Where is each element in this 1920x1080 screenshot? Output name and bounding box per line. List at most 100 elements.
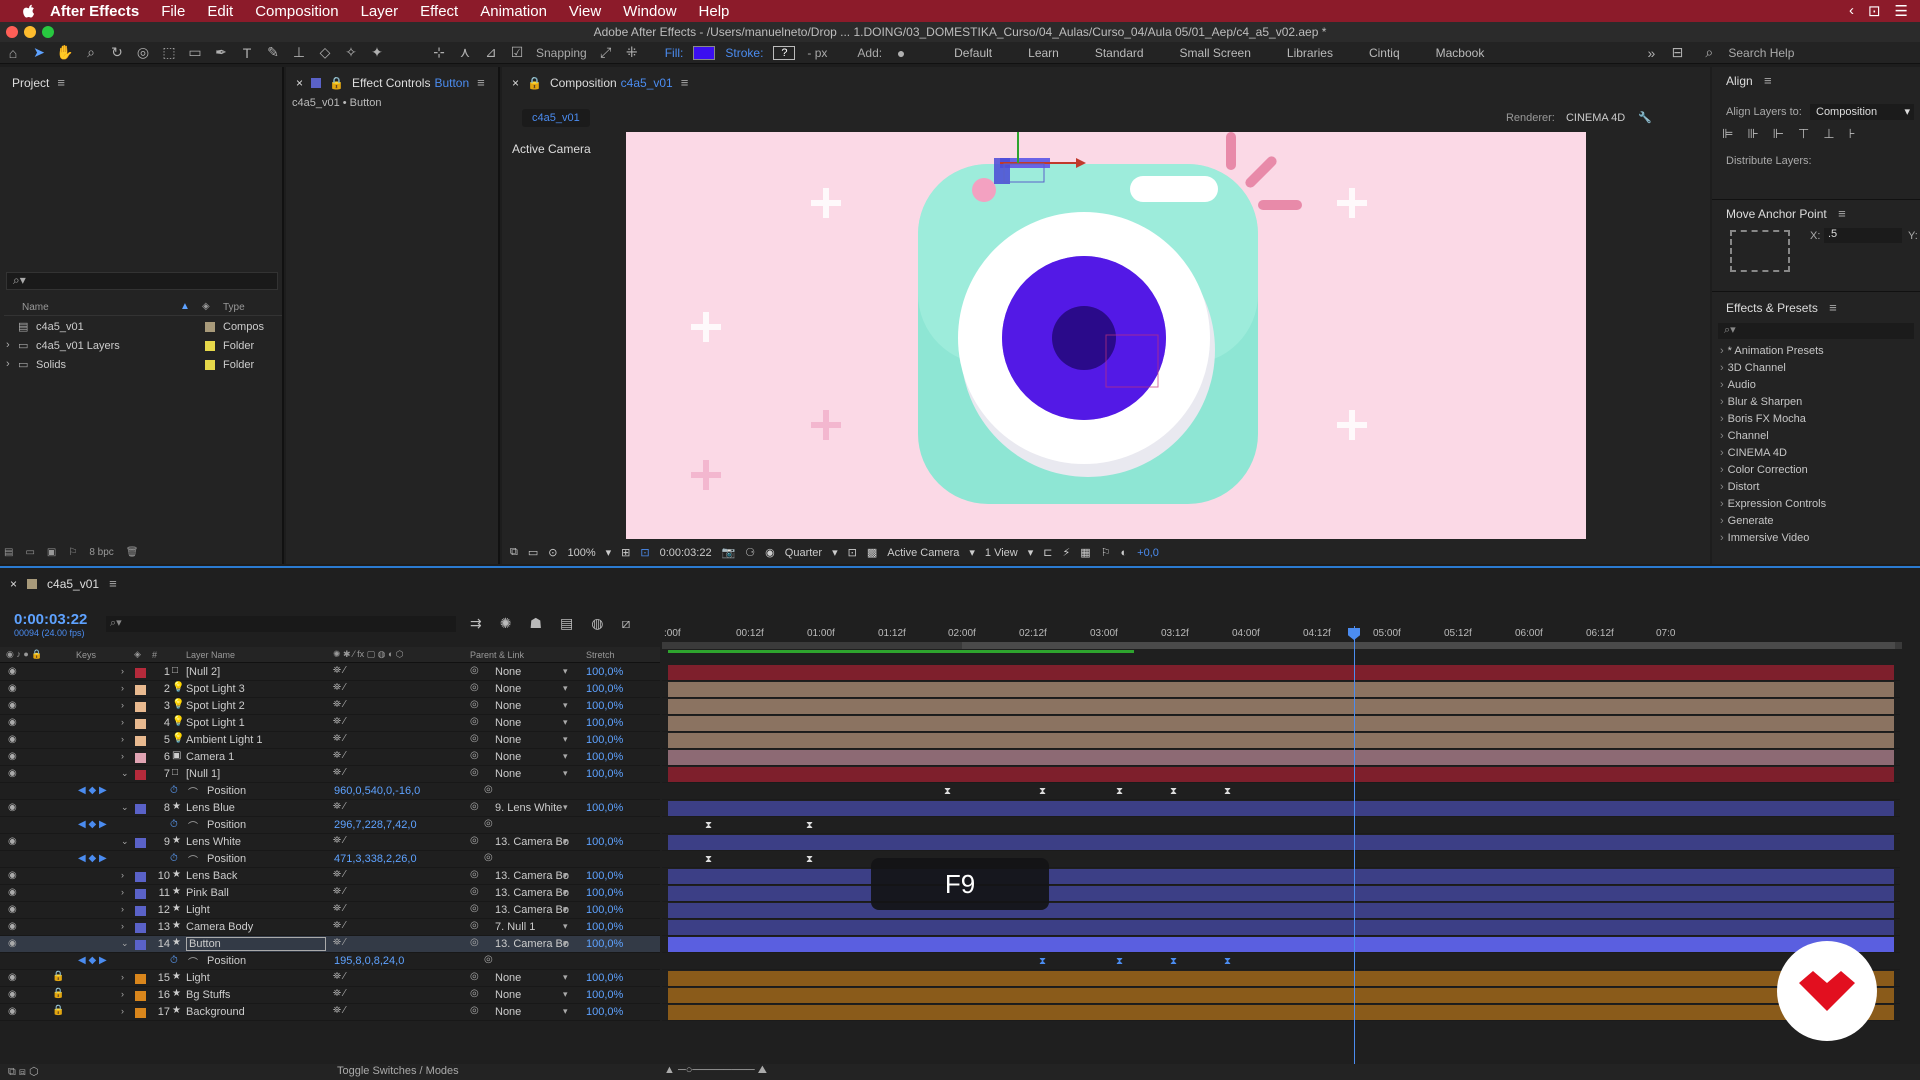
eraser-tool-icon[interactable]: ◇	[316, 44, 334, 62]
layer-switches[interactable]: ⛯ ⁄	[333, 733, 345, 744]
label-swatch[interactable]	[135, 702, 146, 712]
comp-viewer[interactable]	[626, 132, 1586, 539]
label-swatch[interactable]	[135, 906, 146, 916]
col-stretch[interactable]: Stretch	[586, 650, 615, 660]
layer-row[interactable]: ◉ › 13 ★ Camera Body ⛯ ⁄ ◎ 7. Null 1 ▾ 100,0%	[0, 919, 660, 936]
chevron-right-icon[interactable]: ›	[1720, 464, 1724, 476]
eye-icon[interactable]: ◉	[8, 734, 17, 745]
layer-row[interactable]: ◉ › 4 💡 Spot Light 1 ⛯ ⁄ ◎ None ▾ 100,0%	[0, 715, 660, 732]
pick-whip-icon[interactable]: ◎	[470, 937, 479, 948]
effect-controls-target[interactable]: Button	[434, 76, 469, 90]
pick-whip-icon[interactable]: ◎	[470, 971, 479, 982]
current-time[interactable]: 0:00:03:22	[660, 547, 712, 559]
label-swatch[interactable]	[135, 974, 146, 984]
keyframe-marker[interactable]: ⧗	[806, 820, 813, 831]
layer-row[interactable]: ◉ › 3 💡 Spot Light 2 ⛯ ⁄ ◎ None ▾ 100,0%	[0, 698, 660, 715]
timeline-icon[interactable]: ▦	[1080, 546, 1090, 559]
layer-duration-bar[interactable]	[668, 988, 1894, 1003]
layer-name[interactable]: Button	[186, 937, 326, 951]
menu-view[interactable]: View	[569, 3, 601, 20]
workspace-cintiq[interactable]: Cintiq	[1369, 46, 1400, 60]
label-swatch[interactable]	[135, 685, 146, 695]
layer-track[interactable]	[662, 885, 1900, 902]
workspace-standard[interactable]: Standard	[1095, 46, 1144, 60]
panel-menu-icon[interactable]: ≡	[1838, 206, 1846, 221]
chevron-down-icon[interactable]: ▾	[563, 938, 568, 949]
layer-switches[interactable]: ⛯ ⁄	[333, 699, 345, 710]
local-axis-icon[interactable]: ⊹	[430, 44, 448, 62]
roto-brush-icon[interactable]: ✧	[342, 44, 360, 62]
keyframe-marker[interactable]: ⧗	[1116, 956, 1123, 967]
eye-icon[interactable]: ◉	[8, 717, 17, 728]
playhead-line[interactable]	[1354, 626, 1355, 1066]
stretch-value[interactable]: 100,0%	[586, 734, 623, 746]
composition-title[interactable]: Composition	[550, 76, 617, 90]
lock-icon[interactable]: 🔒	[329, 76, 344, 90]
eye-icon[interactable]: ◉	[8, 1006, 17, 1017]
pick-whip-icon[interactable]: ◎	[470, 665, 479, 676]
effects-category-item[interactable]: › Channel	[1712, 428, 1920, 445]
pick-whip-icon[interactable]: ◎	[470, 716, 479, 727]
anchor-title-text[interactable]: Move Anchor Point	[1726, 207, 1827, 221]
pick-whip-icon[interactable]: ◎	[470, 733, 479, 744]
property-value[interactable]: 960,0,540,0,-16,0	[334, 785, 420, 797]
fit-icon[interactable]: ⊞	[621, 546, 630, 559]
layer-duration-bar[interactable]	[668, 886, 1894, 901]
eye-icon[interactable]: ◉	[8, 972, 17, 983]
eye-icon[interactable]: ◉	[8, 989, 17, 1000]
window-layout-icon[interactable]: ⊟	[1668, 44, 1686, 62]
layer-track[interactable]	[662, 1004, 1900, 1021]
effects-category-item[interactable]: › Boris FX Mocha	[1712, 411, 1920, 428]
stretch-value[interactable]: 100,0%	[586, 700, 623, 712]
zoom-tool-icon[interactable]: ⌕	[82, 44, 100, 62]
chevron-right-icon[interactable]: ›	[6, 358, 10, 370]
chevron-right-icon[interactable]: ›	[1720, 498, 1724, 510]
region-of-interest-icon[interactable]: ⊡	[848, 546, 857, 559]
panel-menu-icon[interactable]: ≡	[109, 576, 117, 591]
effects-category-item[interactable]: › Audio	[1712, 377, 1920, 394]
stretch-value[interactable]: 100,0%	[586, 938, 623, 950]
layer-switches[interactable]: ⛯ ⁄	[333, 1005, 345, 1016]
menu-composition[interactable]: Composition	[255, 3, 338, 20]
graph-icon[interactable]: ⌒	[188, 818, 198, 833]
vr-icon[interactable]: ⊙	[548, 546, 557, 559]
chevron-down-icon[interactable]: ▾	[563, 887, 568, 898]
minimize-window-button[interactable]	[24, 26, 36, 38]
stroke-color-swatch[interactable]: ?	[773, 45, 796, 60]
timeline-current-time[interactable]: 0:00:03:22	[14, 611, 87, 628]
layer-track[interactable]: ⧗ ⧗ ⧗ ⧗	[662, 953, 1900, 970]
workspace-libraries[interactable]: Libraries	[1287, 46, 1333, 60]
layer-row[interactable]: ◉ › 5 💡 Ambient Light 1 ⛯ ⁄ ◎ None ▾ 100,0%	[0, 732, 660, 749]
panel-menu-icon[interactable]: ≡	[477, 75, 485, 90]
layer-duration-bar[interactable]	[668, 665, 1894, 680]
label-swatch[interactable]	[135, 719, 146, 729]
label-swatch[interactable]	[135, 889, 146, 899]
pick-whip-icon[interactable]: ◎	[470, 682, 479, 693]
effects-title-text[interactable]: Effects & Presets	[1726, 301, 1818, 315]
chevron-down-icon[interactable]: ▾	[563, 904, 568, 915]
layer-name[interactable]: Lens Blue	[186, 802, 235, 814]
col-type[interactable]: Type	[223, 302, 245, 313]
align-hcenter-icon[interactable]: ⊪	[1747, 126, 1758, 142]
layer-row[interactable]: ◉ › 11 ★ Pink Ball ⛯ ⁄ ◎ 13. Camera Bo ▾ 100,0%	[0, 885, 660, 902]
keyframe-marker[interactable]: ⧗	[1170, 786, 1177, 797]
anchor-x-input[interactable]: .5	[1824, 228, 1902, 243]
motion-blur-icon[interactable]: ◍	[591, 615, 603, 632]
eye-icon[interactable]: ◉	[8, 870, 17, 881]
effects-category-item[interactable]: › Color Correction	[1712, 462, 1920, 479]
layer-switches-icons[interactable]: ✺ ✱ ⁄ fx ▢ ◍ ◐ ⬡	[333, 649, 404, 660]
layer-track[interactable]	[662, 664, 1900, 681]
chevron-down-icon[interactable]: ▾	[606, 546, 612, 559]
layer-track[interactable]	[662, 970, 1900, 987]
magnification-select[interactable]: 100%	[567, 547, 595, 559]
effects-category-item[interactable]: › 3D Channel	[1712, 360, 1920, 377]
snap-feather-icon[interactable]: ⁜	[623, 44, 641, 62]
stretch-value[interactable]: 100,0%	[586, 802, 623, 814]
align-to-select[interactable]: Composition ▾	[1810, 104, 1914, 120]
layer-track[interactable]	[662, 800, 1900, 817]
stretch-value[interactable]: 100,0%	[586, 1006, 623, 1018]
chevron-right-icon[interactable]: ›	[121, 666, 124, 676]
frame-blending-icon[interactable]: ▤	[560, 615, 573, 632]
layer-track[interactable]	[662, 834, 1900, 851]
app-menu[interactable]: After Effects	[50, 3, 139, 20]
